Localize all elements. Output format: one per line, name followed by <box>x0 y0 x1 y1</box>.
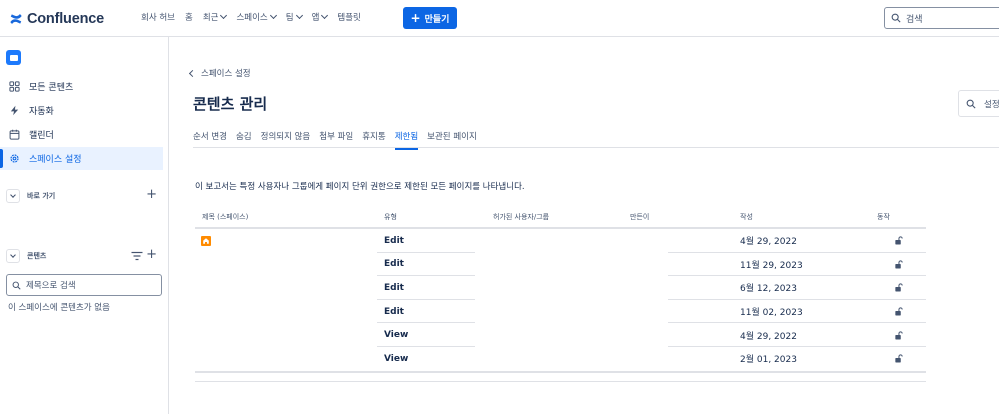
tab-hidden[interactable]: 숨김 <box>236 130 252 148</box>
nav-company-hub[interactable]: 회사 허브 <box>141 11 175 23</box>
table-row: Edit 6월 12, 2023 <box>195 276 926 300</box>
row-type: Edit <box>384 306 404 317</box>
space-avatar-icon[interactable] <box>6 50 21 65</box>
search-icon <box>966 99 976 109</box>
nav-apps[interactable]: 앱 <box>312 11 329 23</box>
table-row: Edit 11월 02, 2023 <box>195 300 926 324</box>
settings-search-button[interactable]: 설정 <box>958 90 999 117</box>
content-tabs: 순서 변경 숨김 정의되지 않음 첨부 파일 휴지통 제한됨 보관된 페이지 <box>193 130 486 150</box>
content-section-header: 콘텐츠 + <box>6 247 157 264</box>
back-to-space-settings-link[interactable]: 스페이스 설정 <box>188 67 251 79</box>
create-button[interactable]: + 만들기 <box>403 7 457 29</box>
nav-recent[interactable]: 최근 <box>203 11 228 23</box>
row-type: Edit <box>384 282 404 293</box>
add-content-button[interactable]: + <box>146 247 157 262</box>
restricted-pages-table: 제목 (스페이스) 유형 허가된 사용자/그룹 만든이 작성 동작 Edit 4… <box>195 208 926 371</box>
sidebar-item-space-settings[interactable]: 스페이스 설정 <box>0 147 163 170</box>
column-header-created[interactable]: 작성 <box>740 212 753 222</box>
row-date: 2월 01, 2023 <box>740 355 797 366</box>
search-icon <box>12 281 21 290</box>
chevron-down-icon <box>269 11 277 20</box>
chevron-down-icon <box>10 192 16 198</box>
grid-icon <box>8 81 20 93</box>
unlock-icon[interactable] <box>894 276 903 300</box>
unlock-icon[interactable] <box>894 253 903 277</box>
sidebar-item-calendar[interactable]: 캘린더 <box>0 123 163 146</box>
table-footer-border <box>195 381 926 382</box>
column-header-title[interactable]: 제목 (스페이스) <box>202 212 248 222</box>
chevron-down-icon <box>220 11 228 20</box>
tab-attachments[interactable]: 첨부 파일 <box>319 130 353 148</box>
logo-text: Confluence <box>27 11 104 27</box>
chevron-down-icon <box>295 11 303 20</box>
lightning-icon <box>8 105 20 117</box>
filter-icon[interactable] <box>131 251 143 261</box>
row-date: 4월 29, 2022 <box>740 237 797 248</box>
chevron-left-icon <box>188 69 197 77</box>
nav-spaces[interactable]: 스페이스 <box>236 11 277 23</box>
unlock-icon[interactable] <box>894 347 903 371</box>
nav-home[interactable]: 홈 <box>185 11 193 23</box>
unlock-icon[interactable] <box>894 300 903 324</box>
report-description: 이 보고서는 특정 사용자나 그룹에게 페이지 단위 권한으로 제한된 모든 페… <box>195 182 525 192</box>
sidebar-empty-message: 이 스페이스에 콘텐츠가 없음 <box>8 303 110 313</box>
calendar-icon <box>8 129 20 141</box>
column-header-type[interactable]: 유형 <box>384 212 397 222</box>
unlock-icon[interactable] <box>894 229 903 253</box>
tab-trash[interactable]: 휴지통 <box>362 130 385 148</box>
page-title: 콘텐츠 관리 <box>193 95 268 113</box>
top-navigation: Confluence 회사 허브 홈 최근 스페이스 팀 앱 템플릿 + 만들기… <box>0 0 999 37</box>
search-icon <box>891 13 901 23</box>
tab-archived-pages[interactable]: 보관된 페이지 <box>427 130 477 148</box>
unlock-icon[interactable] <box>894 323 903 347</box>
global-search-input[interactable]: 검색 <box>884 7 999 29</box>
sidebar-search-input[interactable]: 제목으로 검색 <box>6 274 162 296</box>
table-row: Edit 4월 29, 2022 <box>195 229 926 253</box>
chevron-down-icon <box>321 11 329 20</box>
shortcuts-toggle[interactable] <box>6 189 20 203</box>
column-header-allowed[interactable]: 허가된 사용자/그룹 <box>493 212 549 222</box>
table-row: Edit 11월 29, 2023 <box>195 253 926 277</box>
row-date: 4월 29, 2022 <box>740 331 797 342</box>
nav-teams[interactable]: 팀 <box>286 11 303 23</box>
row-date: 11월 02, 2023 <box>740 308 803 319</box>
nav-templates[interactable]: 템플릿 <box>337 11 360 23</box>
sidebar-item-all-content[interactable]: 모든 콘텐츠 <box>0 75 163 98</box>
column-header-creator[interactable]: 만든이 <box>630 212 649 222</box>
content-toggle[interactable] <box>6 249 20 263</box>
tab-restricted[interactable]: 제한됨 <box>394 130 419 150</box>
sidebar: 모든 콘텐츠 자동화 캘린더 스페이스 설정 바로 가기 + 콘텐츠 + 제목으… <box>0 37 169 414</box>
shortcuts-section-header: 바로 가기 + <box>6 187 157 204</box>
row-date: 11월 29, 2023 <box>740 260 803 271</box>
tab-reorder[interactable]: 순서 변경 <box>193 130 227 148</box>
confluence-logo-icon <box>10 14 22 24</box>
table-bottom-border <box>195 371 926 373</box>
plus-icon: + <box>410 11 421 25</box>
nav-items: 회사 허브 홈 최근 스페이스 팀 앱 템플릿 <box>141 11 371 23</box>
table-row: View 2월 01, 2023 <box>195 347 926 371</box>
chevron-down-icon <box>10 252 16 258</box>
row-type: Edit <box>384 259 404 270</box>
row-type: View <box>384 330 409 341</box>
row-type: View <box>384 353 409 364</box>
gear-icon <box>8 153 20 165</box>
tab-undefined[interactable]: 정의되지 않음 <box>261 130 311 148</box>
add-shortcut-button[interactable]: + <box>146 187 157 202</box>
table-row: View 4월 29, 2022 <box>195 323 926 347</box>
column-header-action: 동작 <box>877 213 890 221</box>
tabs-divider <box>193 147 999 148</box>
row-date: 6월 12, 2023 <box>740 284 797 295</box>
home-page-icon[interactable] <box>201 236 211 246</box>
table-header: 제목 (스페이스) 유형 허가된 사용자/그룹 만든이 작성 동작 <box>195 208 926 229</box>
sidebar-item-automation[interactable]: 자동화 <box>0 99 163 122</box>
confluence-logo[interactable]: Confluence <box>9 10 104 28</box>
row-type: Edit <box>384 235 404 246</box>
